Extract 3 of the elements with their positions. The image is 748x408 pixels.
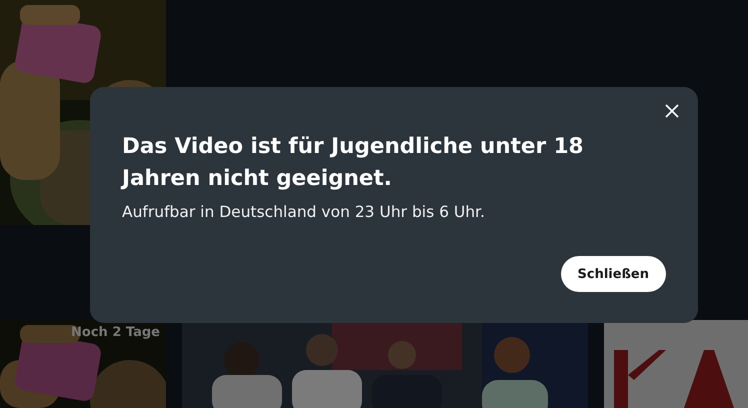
close-dialog-button[interactable]: Schließen xyxy=(560,256,666,292)
dialog-title: Das Video ist für Jugendliche unter 18 Jahren nicht geeignet. xyxy=(122,133,584,193)
dialog-message: Aufrufbar in Deutschland von 23 Uhr bis 6 Uhr. xyxy=(122,202,486,223)
